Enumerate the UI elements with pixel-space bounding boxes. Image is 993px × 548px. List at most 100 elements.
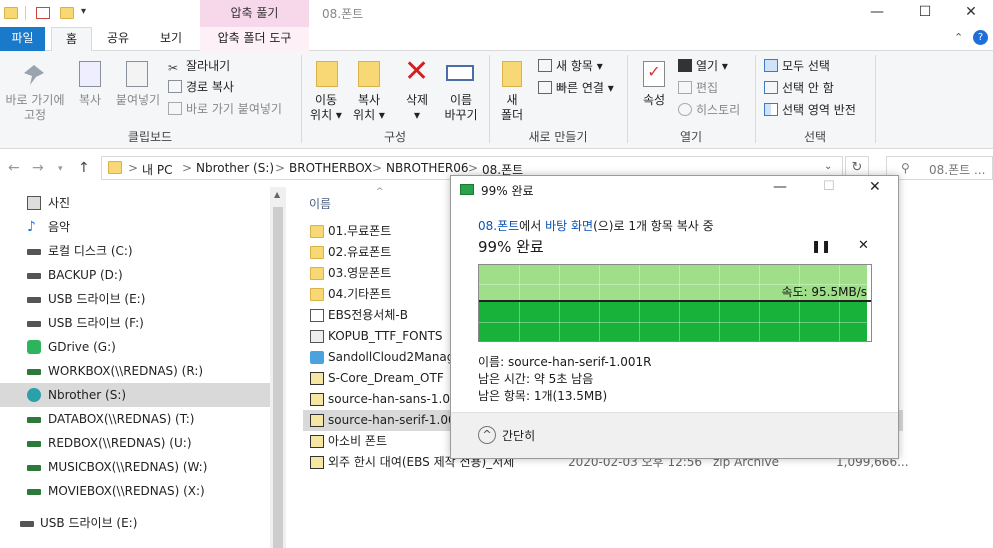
collapse-ribbon-icon[interactable]: ⌃ — [954, 31, 963, 44]
nav-scrollbar-thumb[interactable] — [273, 207, 283, 548]
select-all-button[interactable]: 모두 선택 — [764, 56, 830, 76]
properties-button[interactable]: 속성 — [636, 93, 672, 108]
cut-button[interactable]: ✂ 잘라내기 — [168, 56, 230, 76]
nav-item[interactable]: USB 드라이브 (E:) — [0, 287, 270, 311]
nav-item[interactable]: USB 드라이브 (E:) — [0, 511, 270, 535]
nav-item[interactable]: USB 드라이브 (F:) — [0, 311, 270, 335]
new-item-button[interactable]: 새 항목 ▾ — [538, 56, 603, 76]
folder-icon[interactable] — [4, 7, 18, 19]
nav-item[interactable]: DATABOX(\\REDNAS) (T:) — [0, 407, 270, 431]
network-drive-icon — [27, 417, 41, 423]
up-icon[interactable]: ↑ — [78, 160, 90, 176]
network-drive-icon — [27, 489, 41, 495]
pin-button[interactable]: 바로 가기에 고정 — [0, 93, 70, 123]
item-name: S-Core_Dream_OTF — [328, 371, 444, 385]
easy-access-button[interactable]: 빠른 연결 ▾ — [538, 78, 614, 98]
nav-item[interactable]: ♪ 음악 — [0, 215, 270, 239]
rename-button[interactable]: 이름 바꾸기 — [440, 93, 482, 123]
nav-item[interactable]: BACKUP (D:) — [0, 263, 270, 287]
copy-path-button[interactable]: 경로 복사 — [168, 77, 234, 97]
new-folder-icon — [502, 61, 522, 87]
dialog-minimize-button[interactable]: — — [773, 179, 787, 195]
tab-home[interactable]: 홈 — [51, 27, 92, 52]
scroll-up-icon[interactable]: ▲ — [274, 190, 280, 199]
nav-item[interactable]: MOVIEBOX(\\REDNAS) (X:) — [0, 479, 270, 503]
nav-item[interactable]: WORKBOX(\\REDNAS) (R:) — [0, 359, 270, 383]
address-dropdown-icon[interactable]: ⌄ — [824, 161, 832, 172]
app-icon — [310, 351, 324, 364]
search-box[interactable]: ⚲ 08.폰트 ... — [886, 156, 993, 180]
history-button[interactable]: 히스토리 — [678, 100, 740, 120]
item-name: 04.기타폰트 — [328, 287, 392, 301]
destination-folder-link[interactable]: 바탕 화면 — [545, 219, 593, 233]
new-folder-button[interactable]: 새 폴더 — [496, 93, 528, 123]
nav-item[interactable]: REDBOX(\\REDNAS) (U:) — [0, 431, 270, 455]
close-button[interactable]: ✕ — [948, 2, 993, 24]
properties-icon[interactable] — [36, 7, 50, 19]
zip-icon — [310, 456, 324, 469]
maximize-button[interactable]: ☐ — [902, 2, 948, 24]
delete-button[interactable]: 삭제 ▾ — [398, 93, 436, 123]
nav-item[interactable]: GDrive (G:) — [0, 335, 270, 359]
item-name: EBS전용서체-B — [328, 308, 408, 322]
move-to-icon — [316, 61, 338, 87]
minimize-button[interactable]: — — [854, 2, 900, 24]
customize-toolbar-icon[interactable]: ▾ — [81, 6, 86, 17]
nav-item[interactable]: 사진 — [0, 191, 270, 215]
tab-compressed-folder-tools[interactable]: 압축 폴더 도구 — [200, 27, 309, 51]
tab-view[interactable]: 보기 — [146, 27, 196, 51]
pause-button[interactable]: ❚❚ — [811, 239, 831, 253]
tab-file[interactable]: 파일 — [0, 27, 45, 51]
recent-locations-icon[interactable]: ▾ — [58, 164, 63, 174]
nav-label: MUSICBOX(\\REDNAS) (W:) — [48, 460, 208, 474]
move-to-label: 이동 — [314, 93, 338, 107]
dialog-close-button[interactable]: ✕ — [869, 179, 881, 195]
search-placeholder: 08.폰트 ... — [929, 163, 986, 177]
column-header-name[interactable]: 이름 — [309, 195, 331, 212]
back-icon[interactable]: ← — [8, 160, 20, 176]
item-name: 아소비 폰트 — [328, 434, 388, 448]
nav-label: USB 드라이브 (E:) — [40, 516, 138, 530]
copy-button[interactable]: 복사 — [74, 93, 106, 108]
move-to-button[interactable]: 이동 위치 ▾ — [306, 93, 346, 123]
cancel-button[interactable]: ✕ — [858, 238, 869, 253]
help-icon[interactable]: ? — [973, 30, 988, 45]
drive-icon — [27, 297, 41, 303]
item-name: source-han-sans-1.004 — [328, 392, 466, 406]
graph-gridline — [759, 265, 760, 341]
nav-item[interactable]: 로컬 디스크 (C:) — [0, 239, 270, 263]
new-item-icon — [538, 59, 552, 72]
rename-icon — [446, 65, 474, 81]
copy-to-button[interactable]: 복사 위치 ▾ — [348, 93, 390, 123]
breadcrumb-separator: > — [275, 161, 286, 175]
delete-icon: ✕ — [404, 54, 430, 89]
rename-label: 이름 — [449, 93, 473, 107]
open-button[interactable]: 열기 ▾ — [678, 56, 728, 76]
nav-item-selected[interactable]: Nbrother (S:) — [0, 383, 270, 407]
select-none-button[interactable]: 선택 안 함 — [764, 78, 834, 98]
forward-icon[interactable]: → — [32, 160, 44, 176]
tab-share[interactable]: 공유 — [97, 27, 139, 51]
breadcrumb-this-pc[interactable]: 내 PC — [142, 161, 172, 178]
items-remaining-label: 남은 항목: 1개(13.5MB) — [478, 389, 608, 403]
breadcrumb-nbrother06[interactable]: NBROTHER06 — [386, 161, 469, 175]
less-details-button[interactable]: 간단히 — [502, 427, 535, 444]
search-icon: ⚲ — [901, 161, 910, 175]
paste-button[interactable]: 붙여넣기 — [112, 93, 164, 108]
breadcrumb-drive[interactable]: Nbrother (S:) — [196, 161, 274, 175]
ribbon-tabs: 파일 홈 공유 보기 압축 폴더 도구 ⌃ ? — [0, 27, 993, 52]
nav-item[interactable]: MUSICBOX(\\REDNAS) (W:) — [0, 455, 270, 479]
network-drive-icon — [27, 369, 41, 375]
invert-selection-button[interactable]: 선택 영역 반전 — [764, 100, 856, 120]
new-folder-icon[interactable] — [60, 7, 74, 19]
graph-gridline — [519, 265, 520, 341]
time-remaining-label: 남은 시간: 약 5초 남음 — [478, 372, 594, 386]
breadcrumb-brotherbox[interactable]: BROTHERBOX — [289, 161, 372, 175]
graph-gridline — [639, 265, 640, 341]
edit-label: 편집 — [696, 81, 719, 95]
edit-button[interactable]: 편집 — [678, 78, 718, 98]
source-folder-link[interactable]: 08.폰트 — [478, 219, 519, 233]
collapse-details-icon[interactable]: ^ — [478, 426, 496, 444]
paste-shortcut-button[interactable]: 바로 가기 붙여넣기 — [168, 99, 282, 119]
ribbon: 바로 가기에 고정 복사 붙여넣기 ✂ 잘라내기 경로 복사 바로 가기 붙여넣기… — [0, 51, 993, 149]
